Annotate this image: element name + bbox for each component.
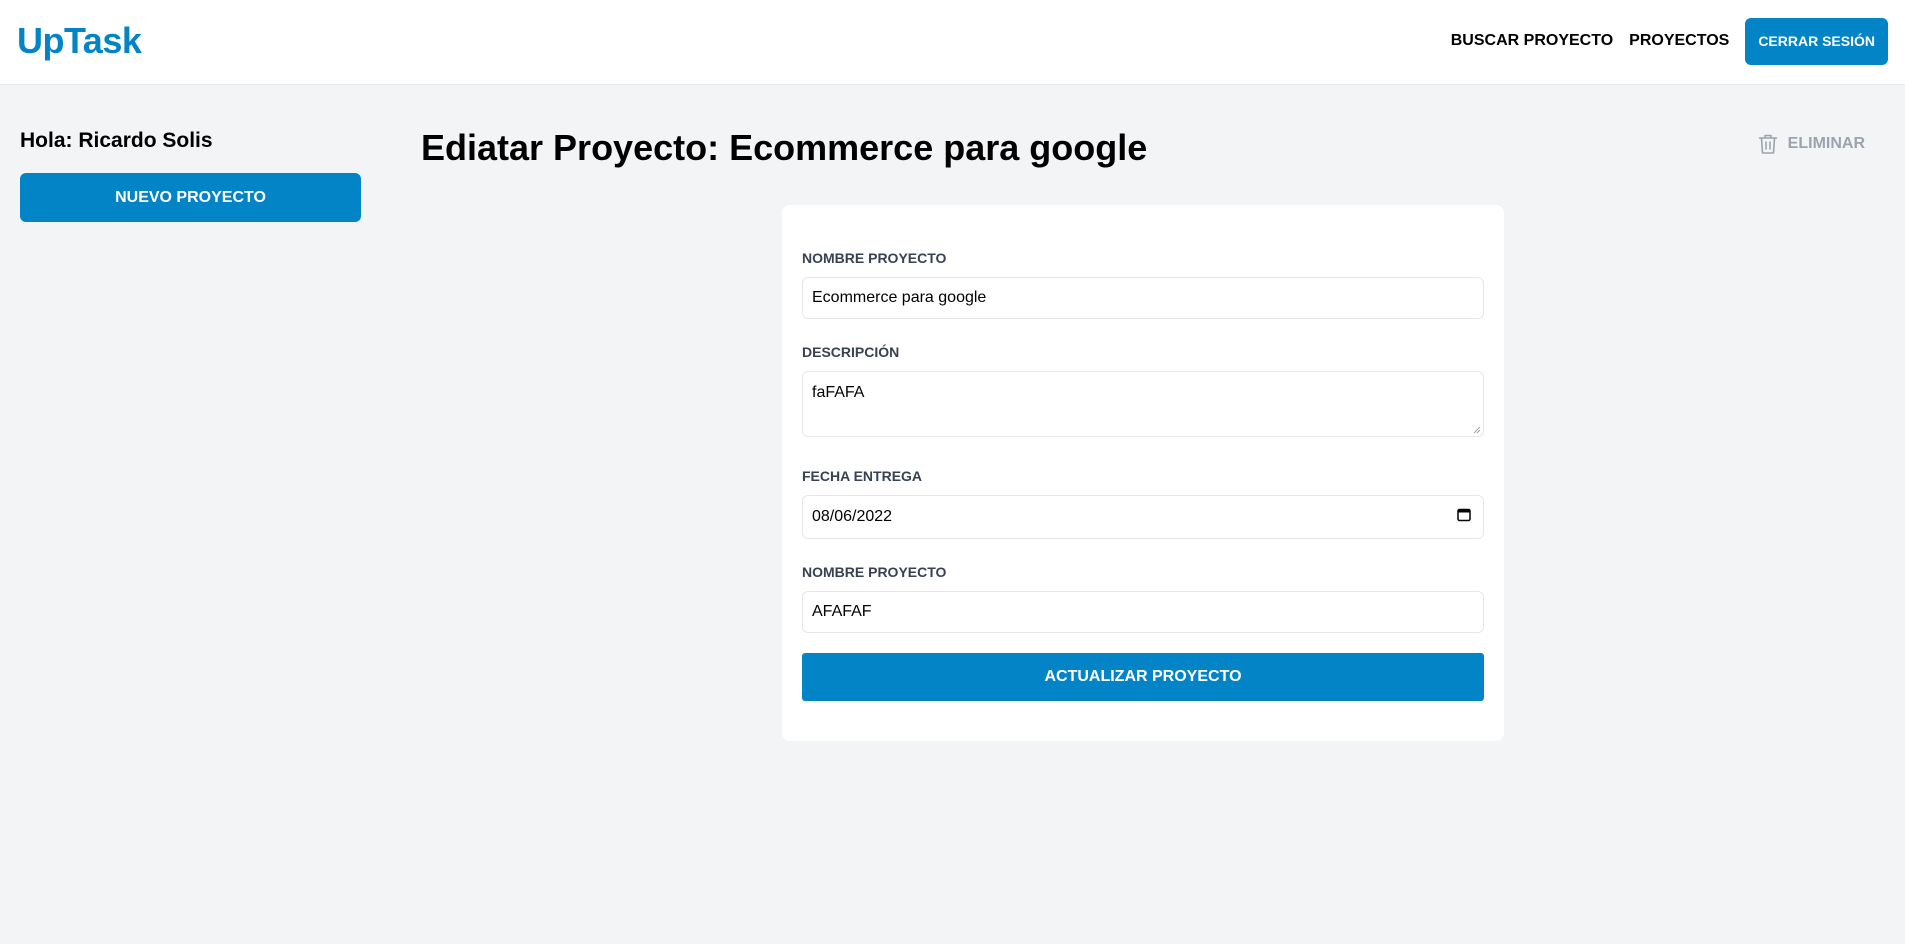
project-name-value: Ecommerce para google bbox=[812, 289, 987, 306]
logout-button[interactable]: Cerrar Sesión bbox=[1745, 17, 1888, 65]
delete-label: Eliminar bbox=[1787, 135, 1865, 152]
due-date-value: 08/06/2022 bbox=[812, 508, 893, 525]
user-greeting: Hola: Ricardo Solis bbox=[20, 129, 213, 152]
top-header: UpTask Buscar Proyecto Proyectos Cerrar … bbox=[0, 0, 1905, 85]
trash-icon bbox=[1758, 133, 1778, 155]
project-name-input[interactable]: Ecommerce para google bbox=[802, 277, 1484, 319]
app-logo[interactable]: UpTask bbox=[17, 20, 142, 62]
calendar-icon[interactable] bbox=[1457, 508, 1471, 527]
due-date-input[interactable]: 08/06/2022 bbox=[802, 495, 1484, 539]
due-date-label: Fecha Entrega bbox=[802, 468, 923, 484]
update-project-button[interactable]: Actualizar Proyecto bbox=[802, 653, 1484, 701]
delete-project-button[interactable]: Eliminar bbox=[1758, 133, 1865, 155]
resize-grip-icon[interactable] bbox=[1473, 426, 1481, 434]
sidebar: Hola: Ricardo Solis Nuevo Proyecto bbox=[20, 128, 361, 222]
description-label: Descripción bbox=[802, 344, 900, 360]
client-name-value: AFAFAF bbox=[812, 603, 872, 620]
description-value: faFAFA bbox=[812, 384, 865, 401]
new-project-button[interactable]: Nuevo Proyecto bbox=[20, 173, 361, 222]
page-title: Ediatar Proyecto: Ecommerce para google bbox=[421, 127, 1148, 168]
description-textarea[interactable]: faFAFA bbox=[802, 371, 1484, 437]
project-name-label: Nombre Proyecto bbox=[802, 250, 947, 266]
search-project-link[interactable]: Buscar Proyecto bbox=[1451, 32, 1613, 50]
client-name-input[interactable]: AFAFAF bbox=[802, 591, 1484, 633]
projects-link[interactable]: Proyectos bbox=[1629, 32, 1729, 50]
edit-project-form: Nombre Proyecto Ecommerce para google De… bbox=[782, 205, 1504, 741]
client-name-label: Nombre Proyecto bbox=[802, 564, 947, 580]
top-nav: Buscar Proyecto Proyectos Cerrar Sesión bbox=[1451, 17, 1888, 65]
